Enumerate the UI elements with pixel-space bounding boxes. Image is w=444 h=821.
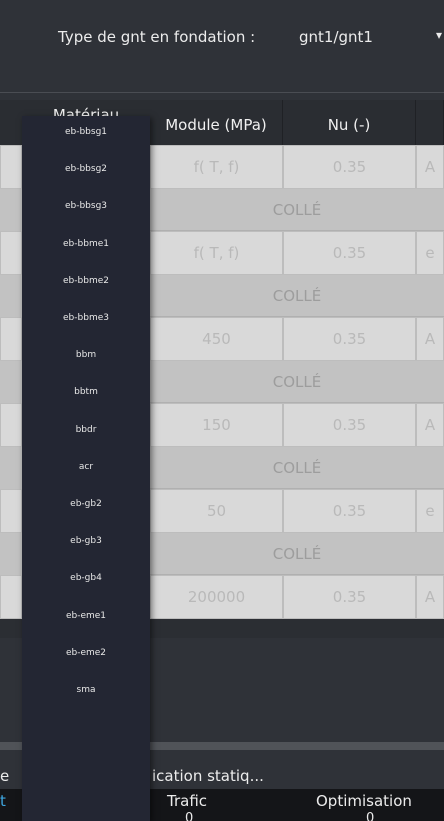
module-cell[interactable]: 50 — [150, 489, 283, 533]
interface-label[interactable]: COLLÉ — [150, 275, 444, 317]
chevron-down-icon[interactable]: ▾ — [436, 28, 442, 42]
layer-index-cell[interactable] — [0, 231, 22, 275]
nu-cell[interactable]: 0.35 — [283, 575, 416, 619]
column-header-extra — [416, 100, 444, 145]
dropdown-option[interactable]: acr — [22, 452, 150, 482]
module-cell[interactable]: f( T, f) — [150, 231, 283, 275]
dropdown-option[interactable]: eb-bbsg2 — [22, 154, 150, 184]
dropdown-option[interactable]: eb-gb2 — [22, 489, 150, 519]
interface-left-cell — [0, 533, 22, 575]
dropdown-option[interactable]: eb-bbsg1 — [22, 117, 150, 147]
interface-label[interactable]: COLLÉ — [150, 533, 444, 575]
dropdown-option[interactable]: bbdr — [22, 415, 150, 445]
dropdown-option[interactable]: eb-bbme2 — [22, 266, 150, 296]
extra-cell[interactable]: e — [416, 489, 444, 533]
separator — [0, 92, 444, 93]
interface-left-cell — [0, 447, 22, 489]
module-cell[interactable]: f( T, f) — [150, 145, 283, 189]
extra-cell[interactable]: A — [416, 317, 444, 361]
extra-cell[interactable]: A — [416, 145, 444, 189]
nu-cell[interactable]: 0.35 — [283, 489, 416, 533]
interface-label[interactable]: COLLÉ — [150, 447, 444, 489]
materiau-dropdown-list[interactable]: eb-bbsg1 eb-bbsg2 eb-bbsg3 eb-bbme1 eb-bbme2… — [22, 116, 150, 821]
layer-index-cell[interactable] — [0, 317, 22, 361]
nu-cell[interactable]: 0.35 — [283, 231, 416, 275]
column-header-nu: Nu (-) — [283, 100, 416, 145]
dropdown-option[interactable]: eb-bbsg3 — [22, 191, 150, 221]
interface-label[interactable]: COLLÉ — [150, 189, 444, 231]
verification-prefix: e — [0, 767, 10, 785]
layer-index-cell[interactable] — [0, 403, 22, 447]
module-cell[interactable]: 150 — [150, 403, 283, 447]
interface-label[interactable]: COLLÉ — [150, 361, 444, 403]
nu-cell[interactable]: 0.35 — [283, 403, 416, 447]
extra-cell[interactable]: e — [416, 231, 444, 275]
verification-button[interactable]: ication statiq... — [152, 767, 264, 785]
dropdown-option[interactable]: bbm — [22, 340, 150, 370]
nu-cell[interactable]: 0.35 — [283, 145, 416, 189]
dropdown-option[interactable]: eb-gb4 — [22, 563, 150, 593]
nu-cell[interactable]: 0.35 — [283, 317, 416, 361]
tab-fragment[interactable]: t — [0, 792, 6, 810]
interface-left-cell — [0, 275, 22, 317]
tab-trafic-count: 0 — [185, 811, 194, 821]
interface-left-cell — [0, 361, 22, 403]
tab-trafic[interactable]: Trafic — [167, 792, 207, 810]
layer-index-cell[interactable] — [0, 489, 22, 533]
dropdown-option[interactable]: eb-bbme3 — [22, 303, 150, 333]
dropdown-option[interactable]: bbtm — [22, 377, 150, 407]
dropdown-option[interactable]: eb-bbme1 — [22, 229, 150, 259]
dropdown-option[interactable]: eb-eme2 — [22, 638, 150, 668]
top-bar: Type de gnt en fondation : gnt1/gnt1 ▾ — [0, 0, 444, 92]
column-header-module: Module (MPa) — [150, 100, 283, 145]
layer-index-cell[interactable] — [0, 575, 22, 619]
extra-cell[interactable]: A — [416, 575, 444, 619]
dropdown-option[interactable]: eb-gb3 — [22, 526, 150, 556]
dropdown-option[interactable]: eb-eme1 — [22, 601, 150, 631]
extra-cell[interactable]: A — [416, 403, 444, 447]
tab-optimisation[interactable]: Optimisation — [316, 792, 412, 810]
layer-index-cell[interactable] — [0, 145, 22, 189]
fondation-type-select[interactable]: gnt1/gnt1 — [299, 28, 373, 46]
module-cell[interactable]: 200000 — [150, 575, 283, 619]
module-cell[interactable]: 450 — [150, 317, 283, 361]
fondation-type-label: Type de gnt en fondation : — [58, 28, 256, 46]
dropdown-option[interactable]: sma — [22, 675, 150, 705]
interface-left-cell — [0, 189, 22, 231]
tab-optimisation-count: 0 — [366, 811, 375, 821]
